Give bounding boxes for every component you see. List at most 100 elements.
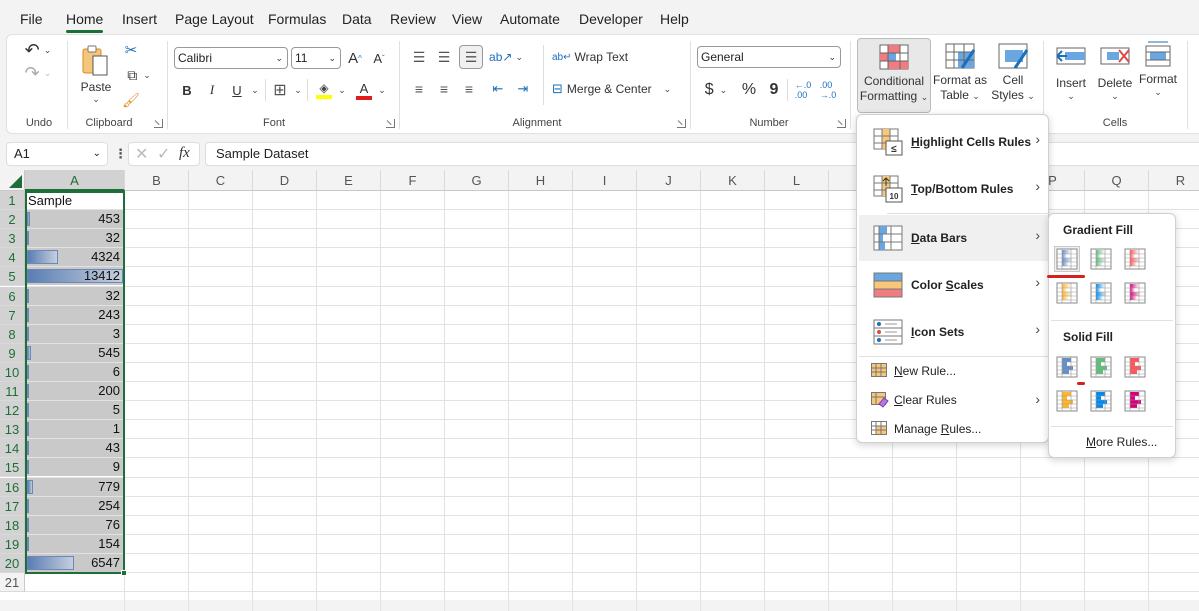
gradient-fill-option-3[interactable] bbox=[1123, 247, 1147, 271]
cell-a15[interactable]: 9 bbox=[26, 458, 124, 477]
gradient-fill-option-5[interactable] bbox=[1089, 281, 1113, 305]
fill-color-dropdown[interactable]: ⌄ bbox=[337, 82, 347, 98]
cell-a3[interactable]: 32 bbox=[26, 229, 124, 248]
cut-button[interactable]: ✂ bbox=[121, 40, 141, 60]
underline-dropdown[interactable]: ⌄ bbox=[250, 82, 260, 98]
cell-a4[interactable]: 4324 bbox=[26, 248, 124, 267]
column-header-q[interactable]: Q bbox=[1085, 170, 1149, 191]
row-header-3[interactable]: 3 bbox=[0, 229, 25, 249]
tab-help[interactable]: Help bbox=[660, 11, 689, 27]
clipboard-dialog-launcher[interactable] bbox=[154, 119, 163, 128]
solid-fill-option-1[interactable] bbox=[1055, 355, 1079, 379]
row-header-16[interactable]: 16 bbox=[0, 477, 25, 497]
column-header-k[interactable]: K bbox=[701, 170, 765, 191]
cell-a5[interactable]: 13412 bbox=[26, 267, 124, 286]
column-header-g[interactable]: G bbox=[445, 170, 509, 191]
row-header-11[interactable]: 11 bbox=[0, 382, 25, 402]
row-header-21[interactable]: 21 bbox=[0, 573, 25, 593]
conditional-formatting-button[interactable]: Conditional Formatting ⌄ bbox=[857, 38, 931, 113]
cell-a13[interactable]: 1 bbox=[26, 420, 124, 439]
italic-button[interactable]: I bbox=[204, 80, 220, 100]
cancel-icon[interactable]: ✕ bbox=[135, 144, 148, 164]
format-painter-button[interactable]: 🖌 bbox=[121, 90, 141, 110]
middle-align-button[interactable]: ☰ bbox=[435, 47, 453, 67]
more-options-icon[interactable]: ⋮ bbox=[114, 146, 127, 162]
tab-page-layout[interactable]: Page Layout bbox=[175, 11, 254, 27]
cell-a10[interactable]: 6 bbox=[26, 362, 124, 381]
shrink-font-button[interactable]: Aˇ bbox=[369, 47, 389, 69]
cell-a16[interactable]: 779 bbox=[26, 477, 124, 496]
cell-a17[interactable]: 254 bbox=[26, 496, 124, 515]
formula-input[interactable]: Sample Dataset bbox=[205, 142, 1199, 166]
font-dialog-launcher[interactable] bbox=[386, 119, 395, 128]
cell-a7[interactable]: 243 bbox=[26, 305, 124, 324]
align-left-button[interactable]: ≡ bbox=[410, 79, 428, 99]
number-format-select[interactable]: General ⌄ bbox=[697, 46, 841, 68]
column-header-a[interactable]: A bbox=[25, 170, 125, 191]
cell-a9[interactable]: 545 bbox=[26, 343, 124, 362]
column-header-i[interactable]: I bbox=[573, 170, 637, 191]
bold-button[interactable]: B bbox=[179, 80, 195, 100]
row-header-9[interactable]: 9 bbox=[0, 343, 25, 363]
gradient-fill-option-6[interactable] bbox=[1123, 281, 1147, 305]
wrap-text-button[interactable]: ab↵ Wrap Text bbox=[552, 47, 632, 67]
menu-item-icon-sets[interactable]: Icon Sets › bbox=[859, 309, 1048, 355]
row-header-18[interactable]: 18 bbox=[0, 515, 25, 535]
increase-indent-button[interactable]: ⇥ bbox=[514, 79, 532, 99]
paste-button[interactable]: Paste ⌄ bbox=[79, 39, 113, 109]
cell-a8[interactable]: 3 bbox=[26, 324, 124, 343]
cell-a6[interactable]: 32 bbox=[26, 286, 124, 305]
cell-a1[interactable]: Sample Dataset bbox=[26, 191, 124, 210]
solid-fill-option-2[interactable] bbox=[1089, 355, 1113, 379]
tab-file[interactable]: File bbox=[20, 11, 43, 27]
row-header-10[interactable]: 10 bbox=[0, 362, 25, 382]
row-header-19[interactable]: 19 bbox=[0, 534, 25, 554]
cell-a2[interactable]: 453 bbox=[26, 210, 124, 229]
solid-fill-option-6[interactable] bbox=[1123, 389, 1147, 413]
insert-cells-button[interactable]: Insert ⌄ bbox=[1051, 38, 1091, 113]
menu-item-data-bars[interactable]: Data Bars › bbox=[859, 215, 1048, 261]
row-header-20[interactable]: 20 bbox=[0, 553, 25, 573]
tab-developer[interactable]: Developer bbox=[579, 11, 643, 27]
copy-button[interactable]: ⧉ ⌄ bbox=[121, 65, 157, 85]
currency-button[interactable]: $ ⌄ bbox=[701, 79, 731, 101]
undo-button[interactable]: ↶ ⌄ bbox=[21, 40, 55, 60]
borders-dropdown[interactable]: ⌄ bbox=[293, 82, 303, 98]
merge-center-button[interactable]: ⊟ Merge & Center ⌄ bbox=[552, 79, 682, 99]
row-header-6[interactable]: 6 bbox=[0, 286, 25, 306]
cell-a12[interactable]: 5 bbox=[26, 401, 124, 420]
align-center-button[interactable]: ≡ bbox=[435, 79, 453, 99]
tab-automate[interactable]: Automate bbox=[500, 11, 560, 27]
enter-icon[interactable]: ✓ bbox=[157, 144, 170, 164]
menu-item-new-rule[interactable]: New Rule... bbox=[859, 357, 1048, 385]
format-as-table-button[interactable]: Format as Table ⌄ bbox=[932, 38, 988, 113]
row-header-17[interactable]: 17 bbox=[0, 496, 25, 516]
column-header-f[interactable]: F bbox=[381, 170, 445, 191]
select-all-button[interactable] bbox=[0, 170, 25, 191]
orientation-button[interactable]: ab↗ ⌄ bbox=[489, 47, 523, 67]
name-box[interactable]: A1 ⌄ bbox=[6, 142, 108, 166]
align-right-button[interactable]: ≡ bbox=[460, 79, 478, 99]
font-color-dropdown[interactable]: ⌄ bbox=[377, 82, 387, 98]
fill-color-button[interactable]: ◈ bbox=[315, 79, 333, 101]
font-color-button[interactable]: A bbox=[355, 79, 373, 101]
gradient-fill-option-4[interactable] bbox=[1055, 281, 1079, 305]
row-header-2[interactable]: 2 bbox=[0, 210, 25, 230]
row-header-14[interactable]: 14 bbox=[0, 439, 25, 459]
column-header-c[interactable]: C bbox=[189, 170, 253, 191]
row-header-4[interactable]: 4 bbox=[0, 248, 25, 268]
row-header-1[interactable]: 1 bbox=[0, 191, 25, 211]
font-name-select[interactable]: Calibri ⌄ bbox=[174, 47, 288, 69]
borders-button[interactable]: ⊞ bbox=[271, 80, 289, 100]
top-align-button[interactable]: ☰ bbox=[410, 47, 428, 67]
cell-a19[interactable]: 154 bbox=[26, 534, 124, 553]
row-header-5[interactable]: 5 bbox=[0, 267, 25, 287]
format-cells-button[interactable]: Format ⌄ bbox=[1137, 38, 1179, 113]
fill-handle[interactable] bbox=[121, 570, 127, 576]
tab-home[interactable]: Home bbox=[66, 11, 104, 33]
cell-a18[interactable]: 76 bbox=[26, 515, 124, 534]
row-header-7[interactable]: 7 bbox=[0, 305, 25, 325]
column-header-b[interactable]: B bbox=[125, 170, 189, 191]
solid-fill-option-5[interactable] bbox=[1089, 389, 1113, 413]
font-size-select[interactable]: 11 ⌄ bbox=[291, 47, 341, 69]
